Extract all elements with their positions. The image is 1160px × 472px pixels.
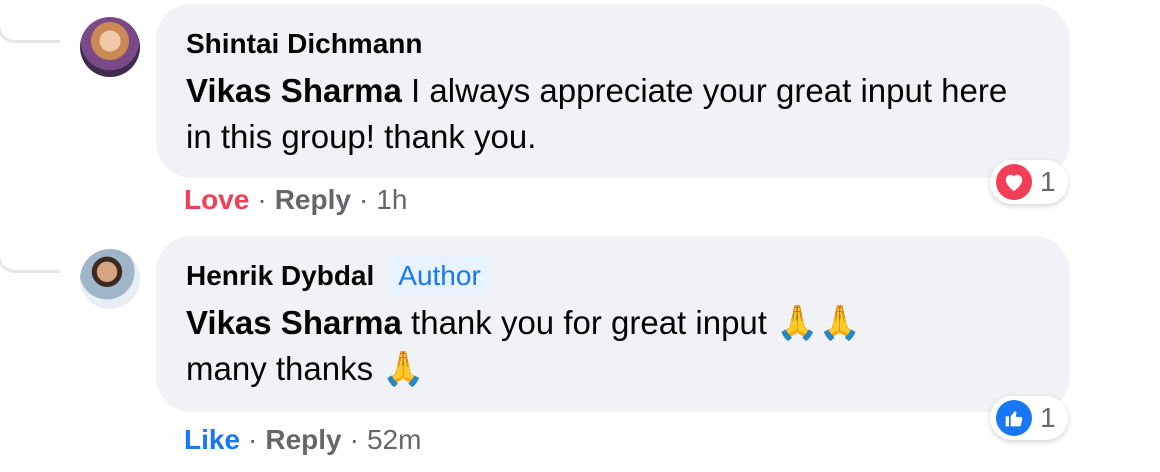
timestamp[interactable]: 1h (376, 184, 407, 216)
comment-actions: Like · Reply · 52m (184, 424, 421, 456)
like-button[interactable]: Like (184, 424, 240, 456)
avatar[interactable] (80, 17, 140, 77)
folded-hands-icon: 🙏🙏 (776, 304, 861, 342)
author-badge: Author (388, 256, 491, 296)
like-icon (996, 400, 1032, 436)
author-name[interactable]: Shintai Dichmann (186, 28, 422, 60)
reply-button[interactable]: Reply (265, 424, 341, 456)
thread-connector-line (0, 0, 60, 43)
avatar[interactable] (80, 249, 140, 309)
separator: · (248, 424, 258, 455)
separator: · (349, 424, 359, 455)
separator: · (257, 184, 267, 215)
reaction-count: 1 (1040, 402, 1056, 433)
reaction-count: 1 (1040, 166, 1056, 197)
reply-button[interactable]: Reply (275, 184, 351, 216)
reaction-summary[interactable]: 1 (990, 396, 1068, 440)
separator: · (358, 184, 369, 215)
folded-hands-icon: 🙏 (382, 350, 425, 388)
mention-link[interactable]: Vikas Sharma (186, 304, 402, 341)
comment-text: many thanks (186, 350, 383, 387)
mention-link[interactable]: Vikas Sharma (186, 72, 402, 109)
timestamp[interactable]: 52m (367, 424, 421, 456)
comment-bubble: Shintai Dichmann Vikas Sharma I always a… (156, 4, 1070, 178)
comment-bubble: Henrik Dybdal Author Vikas Sharma thank … (156, 236, 1070, 412)
comment-thread: Shintai Dichmann Vikas Sharma I always a… (0, 0, 1160, 472)
author-row: Henrik Dybdal Author (186, 256, 1036, 296)
love-button[interactable]: Love (184, 184, 249, 216)
author-row: Shintai Dichmann (186, 26, 1036, 62)
love-icon (996, 164, 1032, 200)
thread-connector-line (0, 40, 60, 273)
reaction-summary[interactable]: 1 (990, 160, 1068, 204)
comment-body: Vikas Sharma I always appreciate your gr… (186, 68, 1036, 160)
comment-text: thank you for great input (401, 304, 777, 341)
comment-actions: Love · Reply · 1h (184, 184, 407, 216)
comment-body: Vikas Sharma thank you for great input 🙏… (186, 300, 1036, 392)
author-name[interactable]: Henrik Dybdal (186, 260, 374, 292)
